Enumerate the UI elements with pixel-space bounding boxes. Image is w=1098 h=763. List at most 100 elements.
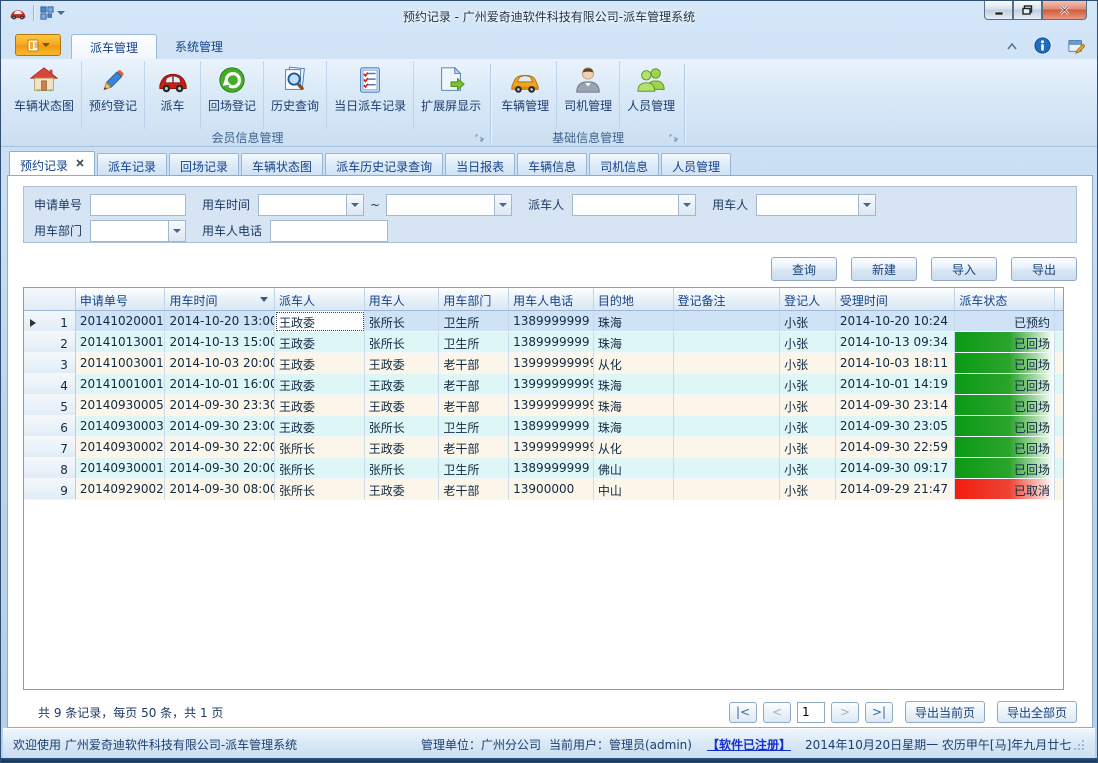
cell-accept-time[interactable]: 2014-09-30 23:14	[836, 395, 956, 416]
minimize-button[interactable]	[984, 1, 1013, 20]
cell-dispatcher[interactable]: 张所长	[275, 458, 365, 479]
today-dispatch-records-button[interactable]: 当日派车记录	[327, 61, 414, 129]
cell-registrar[interactable]: 小张	[780, 458, 836, 479]
row-indicator-cell[interactable]: 1	[24, 311, 76, 332]
cell-dispatcher[interactable]: 王政委	[275, 353, 365, 374]
cell-status[interactable]: 已回场	[955, 395, 1055, 416]
header-destination[interactable]: 目的地	[594, 288, 674, 310]
row-indicator-cell[interactable]: 5	[24, 395, 76, 416]
tab-personnel-management[interactable]: 人员管理	[661, 153, 731, 176]
table-row[interactable]: 1201410200012014-10-20 13:00王政委张所长卫生所138…	[24, 311, 1063, 332]
cell-dispatcher[interactable]: 王政委	[275, 416, 365, 437]
cell-registrar[interactable]: 小张	[780, 332, 836, 353]
table-row[interactable]: 4201410010012014-10-01 16:00王政委王政委老干部139…	[24, 374, 1063, 395]
cell-accept-time[interactable]: 2014-10-13 09:34	[836, 332, 956, 353]
dispatch-button[interactable]: 派车	[145, 61, 201, 129]
header-accept-time[interactable]: 受理时间	[836, 288, 956, 310]
style-selector-button[interactable]	[1067, 38, 1085, 54]
personnel-management-button[interactable]: 人员管理	[620, 61, 682, 129]
combo-arrow-icon[interactable]	[346, 195, 363, 215]
row-indicator-cell[interactable]: 9	[24, 479, 76, 500]
cell-dept[interactable]: 卫生所	[439, 332, 509, 353]
cell-status[interactable]: 已回场	[955, 353, 1055, 374]
cell-dest[interactable]: 珠海	[594, 416, 674, 437]
phone-input[interactable]	[270, 220, 388, 242]
import-button[interactable]: 导入	[931, 257, 997, 281]
cell-user[interactable]: 张所长	[365, 416, 440, 437]
cell-phone[interactable]: 13900000	[509, 479, 594, 500]
cell-use-time[interactable]: 2014-10-01 16:00	[165, 374, 275, 395]
use-time-to-combo[interactable]	[386, 194, 512, 216]
cell-registrar[interactable]: 小张	[780, 353, 836, 374]
cell-dest[interactable]: 中山	[594, 479, 674, 500]
cell-dept[interactable]: 卫生所	[439, 416, 509, 437]
table-row[interactable]: 7201409300022014-09-30 22:00张所长王政委老干部139…	[24, 437, 1063, 458]
cell-user[interactable]: 张所长	[365, 311, 440, 332]
cell-user[interactable]: 王政委	[365, 353, 440, 374]
cell-status[interactable]: 已取消	[955, 479, 1055, 500]
cell-use-time[interactable]: 2014-09-30 20:00	[165, 458, 275, 479]
vehicle-management-button[interactable]: 车辆管理	[494, 61, 557, 129]
cell-dest[interactable]: 珠海	[594, 374, 674, 395]
cell-dispatcher[interactable]: 王政委	[275, 395, 365, 416]
cell-dept[interactable]: 卫生所	[439, 458, 509, 479]
user-combo[interactable]	[756, 194, 876, 216]
application-menu-button[interactable]	[15, 34, 61, 56]
cell-accept-time[interactable]: 2014-09-30 22:59	[836, 437, 956, 458]
row-indicator-cell[interactable]: 8	[24, 458, 76, 479]
cell-phone[interactable]: 1389999999	[509, 311, 594, 332]
cell-accept-time[interactable]: 2014-10-01 14:19	[836, 374, 956, 395]
table-row[interactable]: 6201409300032014-09-30 23:00王政委张所长卫生所138…	[24, 416, 1063, 437]
dialog-launcher-icon[interactable]	[475, 134, 485, 144]
cell-use-time[interactable]: 2014-09-30 08:00	[165, 479, 275, 500]
header-phone[interactable]: 用车人电话	[509, 288, 594, 310]
cell-order-no[interactable]: 20140930001	[76, 458, 166, 479]
cell-order-no[interactable]: 20141003001	[76, 353, 166, 374]
row-indicator-cell[interactable]: 7	[24, 437, 76, 458]
cell-order-no[interactable]: 20140930002	[76, 437, 166, 458]
close-button[interactable]	[1042, 1, 1087, 20]
cell-accept-time[interactable]: 2014-09-30 23:05	[836, 416, 956, 437]
cell-phone[interactable]: 13999999999	[509, 437, 594, 458]
cell-dest[interactable]: 从化	[594, 437, 674, 458]
resize-grip[interactable]	[1073, 739, 1085, 751]
combo-arrow-icon[interactable]	[168, 221, 185, 241]
registration-status-link[interactable]: 【软件已注册】	[707, 736, 791, 753]
collapse-ribbon-button[interactable]	[1006, 42, 1018, 50]
tab-return-records[interactable]: 回场记录	[169, 153, 239, 176]
driver-management-button[interactable]: 司机管理	[557, 61, 620, 129]
dept-combo[interactable]	[90, 220, 186, 242]
order-no-input[interactable]	[90, 194, 186, 216]
return-register-button[interactable]: 回场登记	[201, 61, 264, 129]
cell-user[interactable]: 王政委	[365, 395, 440, 416]
tab-vehicle-status-map[interactable]: 车辆状态图	[241, 153, 323, 176]
cell-dispatcher[interactable]: 王政委	[275, 311, 365, 332]
cell-remark[interactable]	[674, 353, 781, 374]
row-indicator-cell[interactable]: 4	[24, 374, 76, 395]
cell-order-no[interactable]: 20141001001	[76, 374, 166, 395]
tab-close-icon[interactable]	[76, 159, 84, 167]
cell-dispatcher[interactable]: 张所长	[275, 437, 365, 458]
header-user[interactable]: 用车人	[365, 288, 440, 310]
tab-daily-report[interactable]: 当日报表	[445, 153, 515, 176]
cell-accept-time[interactable]: 2014-10-03 18:11	[836, 353, 956, 374]
dispatcher-combo[interactable]	[572, 194, 696, 216]
last-page-button[interactable]: >|	[865, 702, 893, 723]
tab-dispatch-records[interactable]: 派车记录	[97, 153, 167, 176]
query-button[interactable]: 查询	[771, 257, 837, 281]
header-dispatch-status[interactable]: 派车状态	[955, 288, 1055, 310]
cell-accept-time[interactable]: 2014-10-20 10:24	[836, 311, 956, 332]
cell-dispatcher[interactable]: 王政委	[275, 374, 365, 395]
maximize-button[interactable]	[1013, 1, 1042, 20]
combo-arrow-icon[interactable]	[678, 195, 695, 215]
cell-dept[interactable]: 老干部	[439, 395, 509, 416]
cell-registrar[interactable]: 小张	[780, 479, 836, 500]
cell-remark[interactable]	[674, 374, 781, 395]
cell-use-time[interactable]: 2014-10-13 15:00	[165, 332, 275, 353]
cell-status[interactable]: 已预约	[955, 311, 1055, 332]
cell-registrar[interactable]: 小张	[780, 395, 836, 416]
table-row[interactable]: 2201410130012014-10-13 15:00王政委张所长卫生所138…	[24, 332, 1063, 353]
cell-dest[interactable]: 佛山	[594, 458, 674, 479]
export-current-page-button[interactable]: 导出当前页	[905, 701, 985, 723]
cell-remark[interactable]	[674, 437, 781, 458]
